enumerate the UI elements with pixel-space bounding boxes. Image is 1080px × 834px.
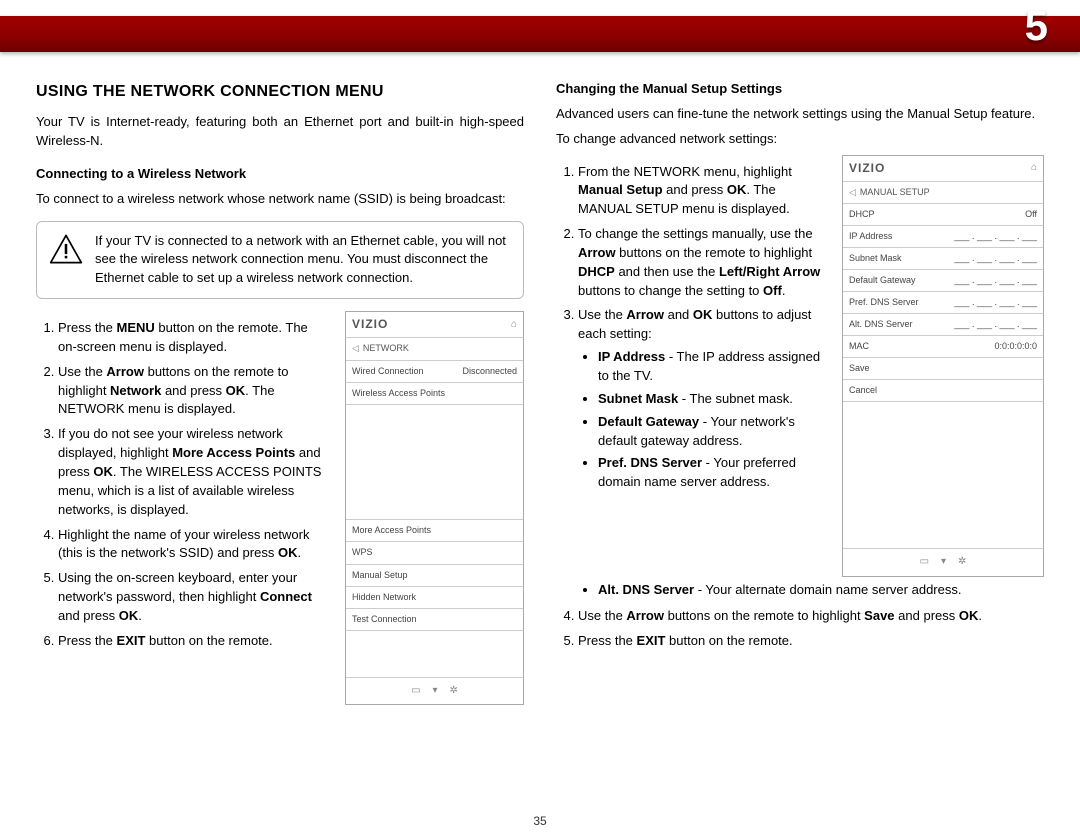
wide-icon: ▭ [920, 555, 929, 570]
menu1-test: Test Connection [352, 613, 417, 626]
menu1-hidden: Hidden Network [352, 591, 416, 604]
back-icon: ◁ [849, 187, 856, 197]
menu2-ip-label: IP Address [849, 230, 892, 243]
intro-text: Your TV is Internet-ready, featuring bot… [36, 113, 524, 151]
manual-steps-part1: From the NETWORK menu, highlight Manual … [556, 163, 826, 493]
wireless-intro: To connect to a wireless network whose n… [36, 190, 524, 209]
step-5: Using the on-screen keyboard, enter your… [58, 569, 329, 626]
back-icon: ◁ [352, 343, 359, 353]
menu2-prefdns-value: ___ . ___ . ___ . ___ [954, 296, 1037, 309]
manual-intro2: To change advanced network settings: [556, 130, 1044, 149]
warning-text: If your TV is connected to a network wit… [95, 232, 511, 289]
subheading-wireless: Connecting to a Wireless Network [36, 165, 524, 184]
warning-box: If your TV is connected to a network wit… [36, 221, 524, 300]
content-columns: USING THE NETWORK CONNECTION MENU Your T… [36, 80, 1044, 814]
chevron-down-icon: ▾ [433, 684, 438, 699]
menu2-ip-value: ___ . ___ . ___ . ___ [954, 230, 1037, 243]
mstep-5: Press the EXIT button on the remote. [578, 632, 1044, 651]
gear-icon: ✲ [958, 555, 966, 570]
menu2-subnet-value: ___ . ___ . ___ . ___ [954, 252, 1037, 265]
chapter-number: 5 [1025, 0, 1048, 52]
menu2-mac-value: 0:0:0:0:0:0 [994, 340, 1037, 353]
step-3: If you do not see your wireless network … [58, 425, 329, 519]
bullet-prefdns: Pref. DNS Server - Your preferred domain… [598, 454, 826, 492]
menu1-manual: Manual Setup [352, 569, 408, 582]
manual-page: 5 USING THE NETWORK CONNECTION MENU Your… [0, 0, 1080, 834]
menu2-crumb: MANUAL SETUP [860, 187, 930, 197]
manual-steps-part2: Use the Arrow buttons on the remote to h… [556, 607, 1044, 651]
network-menu-illustration: VIZIO ⌂ ◁ NETWORK Wired Connection Disconne… [345, 311, 524, 705]
menu1-more-ap: More Access Points [352, 524, 431, 537]
menu2-gateway-label: Default Gateway [849, 274, 916, 287]
wide-icon: ▭ [411, 684, 420, 699]
left-column: USING THE NETWORK CONNECTION MENU Your T… [36, 80, 524, 814]
menu2-prefdns-label: Pref. DNS Server [849, 296, 919, 309]
bullet-altdns: Alt. DNS Server - Your alternate domain … [598, 581, 1044, 600]
menu1-footbar: ▭ ▾ ✲ [346, 678, 523, 705]
step-1: Press the MENU button on the remote. The… [58, 319, 329, 357]
step-2: Use the Arrow buttons on the remote to h… [58, 363, 329, 420]
mstep-2: To change the settings manually, use the… [578, 225, 826, 300]
step-6: Press the EXIT button on the remote. [58, 632, 329, 651]
menu1-wap: Wireless Access Points [352, 387, 445, 400]
mstep-1: From the NETWORK menu, highlight Manual … [578, 163, 826, 220]
page-number: 35 [0, 814, 1080, 828]
step-4: Highlight the name of your wireless netw… [58, 526, 329, 564]
chevron-down-icon: ▾ [941, 555, 946, 570]
menu1-crumb: NETWORK [363, 343, 409, 353]
bullet-ip: IP Address - The IP address assigned to … [598, 348, 826, 386]
mstep-3: Use the Arrow and OK buttons to adjust e… [578, 306, 826, 492]
menu2-gateway-value: ___ . ___ . ___ . ___ [954, 274, 1037, 287]
home-icon: ⌂ [1031, 161, 1037, 176]
section-heading: USING THE NETWORK CONNECTION MENU [36, 80, 524, 103]
menu1-wps: WPS [352, 546, 373, 559]
menu1-brand: VIZIO [352, 316, 388, 333]
header-band [0, 16, 1080, 52]
menu2-footbar: ▭ ▾ ✲ [843, 549, 1043, 576]
manual-setup-menu-illustration: VIZIO ⌂ ◁ MANUAL SETUP DHCP Off IP Address _… [842, 155, 1044, 577]
menu2-altdns-value: ___ . ___ . ___ . ___ [954, 318, 1037, 331]
menu2-mac-label: MAC [849, 340, 869, 353]
menu1-wired-value: Disconnected [462, 365, 517, 378]
menu2-save: Save [849, 362, 870, 375]
menu2-altdns-label: Alt. DNS Server [849, 318, 913, 331]
wireless-steps: Press the MENU button on the remote. The… [36, 319, 329, 651]
menu1-wired-label: Wired Connection [352, 365, 424, 378]
bullet-gateway: Default Gateway - Your network's default… [598, 413, 826, 451]
mstep-4: Use the Arrow buttons on the remote to h… [578, 607, 1044, 626]
home-icon: ⌂ [511, 318, 517, 333]
menu2-brand: VIZIO [849, 160, 885, 177]
menu2-cancel: Cancel [849, 384, 877, 397]
menu2-dhcp-label: DHCP [849, 208, 875, 221]
menu2-dhcp-value: Off [1025, 208, 1037, 221]
menu2-subnet-label: Subnet Mask [849, 252, 902, 265]
manual-intro1: Advanced users can fine-tune the network… [556, 105, 1044, 124]
subheading-manual: Changing the Manual Setup Settings [556, 80, 1044, 99]
gear-icon: ✲ [450, 684, 458, 699]
warning-icon [49, 232, 83, 272]
bullet-subnet: Subnet Mask - The subnet mask. [598, 390, 826, 409]
right-column: Changing the Manual Setup Settings Advan… [556, 80, 1044, 814]
